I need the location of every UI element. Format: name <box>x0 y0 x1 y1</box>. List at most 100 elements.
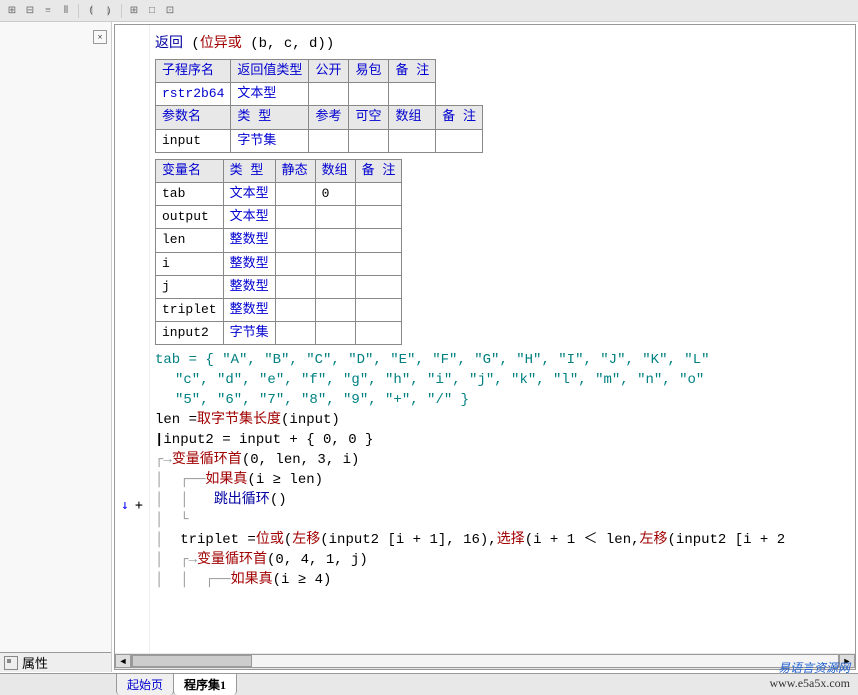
var-type[interactable]: 整数型 <box>223 229 275 252</box>
watermark-url: www.e5a5x.com <box>769 676 850 691</box>
var-name[interactable]: output <box>156 206 224 229</box>
fn-if: 如果真 <box>205 471 247 491</box>
col-easypkg: 易包 <box>349 60 389 83</box>
var-name[interactable]: input2 <box>156 322 224 345</box>
col-remark: 备 注 <box>389 60 436 83</box>
watermark-text: 易语言资源网 <box>769 659 850 676</box>
tab-start-page[interactable]: 起始页 <box>116 673 174 695</box>
fn-bitor: 位或 <box>256 531 284 551</box>
code-line: tab = { "A", "B", "C", "D", "E", "F", "G… <box>155 351 710 371</box>
var-type[interactable]: 文本型 <box>223 182 275 205</box>
fn-xor: 位异或 <box>200 35 242 55</box>
var-type[interactable]: 字节集 <box>223 322 275 345</box>
table-row[interactable]: tab文本型 0 <box>156 182 402 205</box>
var-name[interactable]: len <box>156 229 224 252</box>
table-row[interactable]: input2字节集 <box>156 322 402 345</box>
keyword-return: 返回 <box>155 35 183 55</box>
sub-name[interactable]: rstr2b64 <box>156 83 231 106</box>
fn-loop: 变量循环首 <box>172 451 242 471</box>
cursor-icon: | <box>155 431 163 451</box>
toolbar-icon[interactable]: ⊟ <box>22 3 38 19</box>
var-name[interactable]: tab <box>156 182 224 205</box>
code-editor[interactable]: ↓ + 返回 ( 位异或 (b, c, d) ) 子程序名 返回值类型 公开 易… <box>114 24 856 670</box>
table-row[interactable]: triplet整数型 <box>156 298 402 321</box>
code-args: (i ≥ len) <box>247 471 323 491</box>
fn-shl: 左移 <box>640 531 668 551</box>
properties-tab[interactable]: 属性 <box>0 652 111 672</box>
table-row[interactable]: input 字节集 <box>156 129 483 152</box>
table-row[interactable]: output文本型 <box>156 206 402 229</box>
fn-shl: 左移 <box>292 531 320 551</box>
var-type[interactable]: 整数型 <box>223 275 275 298</box>
code-text: (input2 [i + 2 <box>668 531 786 551</box>
toolbar-icon[interactable]: ⊞ <box>126 3 142 19</box>
col-varname: 变量名 <box>156 159 224 182</box>
code-line: "5", "6", "7", "8", "9", "+", "/" } <box>175 391 469 411</box>
fn-select: 选择 <box>497 531 525 551</box>
gutter: ↓ + <box>115 25 150 669</box>
toolbar-icon[interactable]: ⟭ <box>101 3 117 19</box>
scroll-left-icon[interactable]: ◄ <box>115 654 131 668</box>
fn-bytelen: 取字节集长度 <box>197 411 281 431</box>
code-args: (i ≥ 4) <box>273 571 332 591</box>
code-line: "c", "d", "e", "f", "g", "h", "i", "j", … <box>175 371 704 391</box>
code-text: triplet = <box>180 531 256 551</box>
gutter-plus-icon: + <box>135 498 143 513</box>
table-row[interactable]: rstr2b64 文本型 <box>156 83 483 106</box>
code-text: len = <box>155 411 197 431</box>
col-public: 公开 <box>309 60 349 83</box>
toolbar-icon[interactable]: ⊡ <box>162 3 178 19</box>
toolbar-icon[interactable]: ⊞ <box>4 3 20 19</box>
toolbar-icon[interactable]: ⟬ <box>83 3 99 19</box>
fn-loop: 变量循环首 <box>197 551 267 571</box>
var-name[interactable]: triplet <box>156 298 224 321</box>
var-type[interactable]: 整数型 <box>223 298 275 321</box>
code-content[interactable]: 返回 ( 位异或 (b, c, d) ) 子程序名 返回值类型 公开 易包 备 … <box>155 35 855 649</box>
col-subname: 子程序名 <box>156 60 231 83</box>
watermark: 易语言资源网 www.e5a5x.com <box>769 659 850 691</box>
code-args: (0, len, 3, i) <box>242 451 360 471</box>
var-name[interactable]: i <box>156 252 224 275</box>
col-remark: 备 注 <box>355 159 402 182</box>
table-row[interactable]: len整数型 <box>156 229 402 252</box>
gutter-down-icon: ↓ <box>121 498 129 513</box>
col-rettype: 返回值类型 <box>231 60 309 83</box>
subroutine-table: 子程序名 返回值类型 公开 易包 备 注 rstr2b64 文本型 参数名 类 … <box>155 59 483 153</box>
code-line: input2 = input + { 0, 0 } <box>163 431 373 451</box>
col-nullable: 可空 <box>349 106 389 129</box>
scroll-thumb[interactable] <box>132 655 252 667</box>
var-type[interactable]: 整数型 <box>223 252 275 275</box>
horizontal-scrollbar[interactable]: ◄ ► <box>115 653 855 669</box>
code-text: (i + 1 ＜ len, <box>525 531 640 551</box>
properties-label: 属性 <box>22 653 48 672</box>
col-type: 类 型 <box>231 106 309 129</box>
code-text: (input2 [i + 1], 16), <box>320 531 496 551</box>
top-toolbar: ⊞ ⊟ ≡ ⫴ ⟬ ⟭ ⊞ □ ⊡ <box>0 0 858 22</box>
var-arr[interactable]: 0 <box>315 182 355 205</box>
code-text: ( <box>284 531 292 551</box>
var-name[interactable]: j <box>156 275 224 298</box>
col-array: 数组 <box>315 159 355 182</box>
variables-table: 变量名 类 型 静态 数组 备 注 tab文本型0 output文本型 len整… <box>155 159 402 346</box>
properties-icon <box>4 656 18 670</box>
code-args: (input) <box>281 411 340 431</box>
scroll-track[interactable] <box>131 654 839 668</box>
toolbar-icon[interactable]: ≡ <box>40 3 56 19</box>
toolbar-icon[interactable]: □ <box>144 3 160 19</box>
tab-program-set[interactable]: 程序集1 <box>173 673 237 695</box>
left-sidebar: × 属性 <box>0 22 112 672</box>
fn-break: 跳出循环 <box>214 491 270 511</box>
param-type[interactable]: 字节集 <box>231 129 309 152</box>
sub-type[interactable]: 文本型 <box>231 83 309 106</box>
code-args: () <box>270 491 287 511</box>
col-ref: 参考 <box>309 106 349 129</box>
col-type: 类 型 <box>223 159 275 182</box>
close-icon[interactable]: × <box>93 30 107 44</box>
param-name[interactable]: input <box>156 129 231 152</box>
var-type[interactable]: 文本型 <box>223 206 275 229</box>
fn-if: 如果真 <box>231 571 273 591</box>
code-args: (0, 4, 1, j) <box>267 551 368 571</box>
table-row[interactable]: j整数型 <box>156 275 402 298</box>
toolbar-icon[interactable]: ⫴ <box>58 3 74 19</box>
table-row[interactable]: i整数型 <box>156 252 402 275</box>
